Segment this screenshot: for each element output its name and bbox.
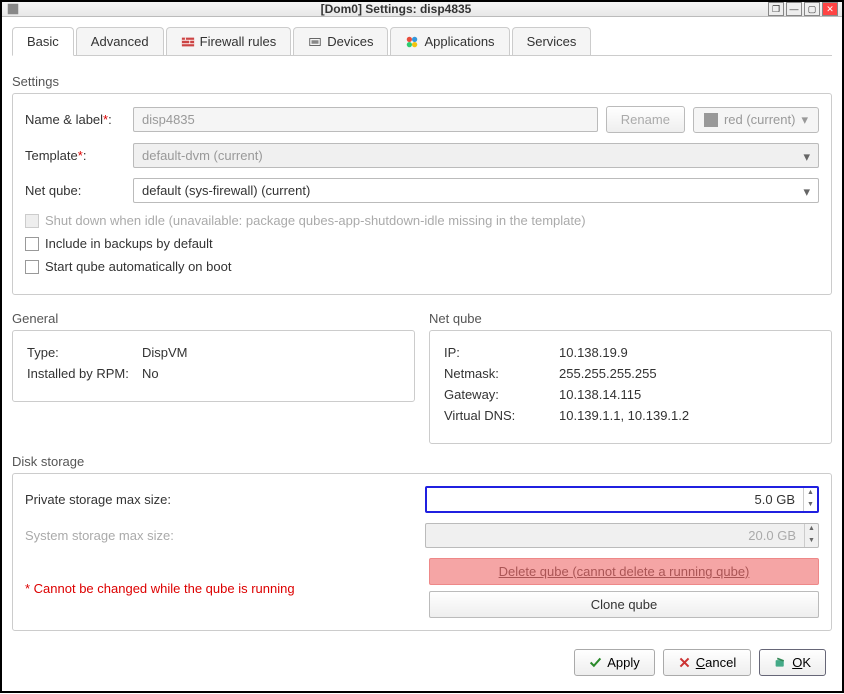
gateway-lbl: Gateway: <box>444 387 559 402</box>
private-spin-up[interactable]: ▲ <box>804 488 817 500</box>
netqube-box: IP:10.138.19.9 Netmask:255.255.255.255 G… <box>429 330 832 444</box>
rpm-lbl: Installed by RPM: <box>27 366 142 381</box>
info-columns: General Type:DispVM Installed by RPM:No … <box>12 305 832 444</box>
ip-val: 10.138.19.9 <box>559 345 817 360</box>
tab-advanced[interactable]: Advanced <box>76 27 164 55</box>
tab-basic[interactable]: Basic <box>12 27 74 56</box>
system-storage-lbl: System storage max size: <box>25 528 425 543</box>
settings-box: Name & label*: Rename red (current) ▾ Te… <box>12 93 832 295</box>
tab-firewall[interactable]: Firewall rules <box>166 27 292 55</box>
rename-button: Rename <box>606 106 685 133</box>
minimize-button[interactable]: — <box>786 2 802 16</box>
tab-applications[interactable]: Applications <box>390 27 509 55</box>
general-col: General Type:DispVM Installed by RPM:No <box>12 305 415 444</box>
ok-button[interactable]: OK <box>759 649 826 676</box>
titlebar: [Dom0] Settings: disp4835 ❐ — ▢ ✕ <box>2 2 842 17</box>
name-input <box>133 107 598 132</box>
close-button[interactable]: ✕ <box>822 2 838 16</box>
devices-icon <box>308 35 322 49</box>
chevron-down-icon: ▾ <box>801 112 808 128</box>
tab-devices[interactable]: Devices <box>293 27 388 55</box>
dns-lbl: Virtual DNS: <box>444 408 559 423</box>
general-section-label: General <box>12 311 415 326</box>
private-storage-row: Private storage max size: 5.0 GB ▲ ▼ <box>25 486 819 513</box>
dialog-buttons: Apply Cancel OK <box>12 641 832 684</box>
netmask-lbl: Netmask: <box>444 366 559 381</box>
maximize-button[interactable]: ▢ <box>804 2 820 16</box>
autostart-label: Start qube automatically on boot <box>45 259 231 274</box>
rpm-val: No <box>142 366 400 381</box>
name-label-row: Name & label*: Rename red (current) ▾ <box>25 106 819 133</box>
check-icon <box>589 656 602 669</box>
private-spin-buttons: ▲ ▼ <box>803 488 817 511</box>
app-icon <box>6 2 20 16</box>
running-warning: * Cannot be changed while the qube is ru… <box>25 581 417 596</box>
window-controls: ❐ — ▢ ✕ <box>768 2 838 16</box>
netqube-lbl: Net qube: <box>25 183 125 198</box>
color-label-dropdown: red (current) ▾ <box>693 107 819 133</box>
restore-button[interactable]: ❐ <box>768 2 784 16</box>
settings-section-label: Settings <box>12 74 832 89</box>
delete-qube-button: Delete qube (cannot delete a running qub… <box>429 558 819 585</box>
private-storage-input[interactable]: 5.0 GB ▲ ▼ <box>425 486 819 513</box>
content-area: Basic Advanced Firewall rules Devices Ap… <box>2 17 842 694</box>
clone-qube-button[interactable]: Clone qube <box>429 591 819 618</box>
ip-lbl: IP: <box>444 345 559 360</box>
apply-button[interactable]: Apply <box>574 649 655 676</box>
ok-icon <box>774 656 787 669</box>
dns-val: 10.139.1.1, 10.139.1.2 <box>559 408 817 423</box>
gateway-val: 10.138.14.115 <box>559 387 817 402</box>
applications-icon <box>405 35 419 49</box>
system-storage-row: System storage max size: 20.0 GB ▲ ▼ <box>25 523 819 548</box>
shutdown-idle-checkbox <box>25 214 39 228</box>
template-dropdown: default-dvm (current) <box>133 143 819 168</box>
include-backups-label: Include in backups by default <box>45 236 213 251</box>
name-label-lbl: Name & label*: <box>25 112 125 127</box>
netqube-row: Net qube: default (sys-firewall) (curren… <box>25 178 819 203</box>
system-spin-buttons: ▲ ▼ <box>804 524 818 547</box>
disk-box: Private storage max size: 5.0 GB ▲ ▼ Sys… <box>12 473 832 631</box>
type-lbl: Type: <box>27 345 142 360</box>
disk-footer-row: * Cannot be changed while the qube is ru… <box>25 558 819 618</box>
type-val: DispVM <box>142 345 400 360</box>
template-lbl: Template*: <box>25 148 125 163</box>
include-backups-row: Include in backups by default <box>25 236 819 251</box>
window-title: [Dom0] Settings: disp4835 <box>24 2 768 16</box>
disk-section-label: Disk storage <box>12 454 832 469</box>
private-storage-lbl: Private storage max size: <box>25 492 425 507</box>
tab-services[interactable]: Services <box>512 27 592 55</box>
cancel-icon <box>678 656 691 669</box>
system-storage-input: 20.0 GB ▲ ▼ <box>425 523 819 548</box>
firewall-icon <box>181 35 195 49</box>
general-box: Type:DispVM Installed by RPM:No <box>12 330 415 402</box>
cancel-button[interactable]: Cancel <box>663 649 751 676</box>
private-spin-down[interactable]: ▼ <box>804 500 817 512</box>
netmask-val: 255.255.255.255 <box>559 366 817 381</box>
shutdown-idle-checkbox-row: Shut down when idle (unavailable: packag… <box>25 213 819 228</box>
netqube-section-label: Net qube <box>429 311 832 326</box>
system-spin-down: ▼ <box>805 536 818 548</box>
autostart-checkbox[interactable] <box>25 260 39 274</box>
color-cube-icon <box>704 113 718 127</box>
netqube-dropdown[interactable]: default (sys-firewall) (current) <box>133 178 819 203</box>
autostart-row: Start qube automatically on boot <box>25 259 819 274</box>
template-row: Template*: default-dvm (current) <box>25 143 819 168</box>
system-spin-up: ▲ <box>805 524 818 536</box>
settings-window: [Dom0] Settings: disp4835 ❐ — ▢ ✕ Basic … <box>0 0 844 693</box>
netqube-col: Net qube IP:10.138.19.9 Netmask:255.255.… <box>429 305 832 444</box>
include-backups-checkbox[interactable] <box>25 237 39 251</box>
tabs-bar: Basic Advanced Firewall rules Devices Ap… <box>12 27 832 56</box>
